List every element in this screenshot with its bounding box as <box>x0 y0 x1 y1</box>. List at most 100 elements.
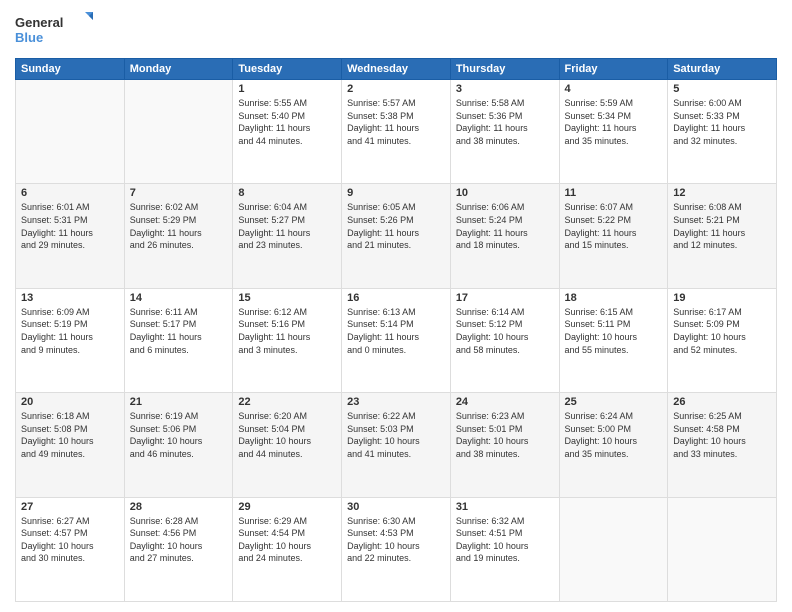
calendar-cell: 3 Sunrise: 5:58 AM Sunset: 5:36 PM Daylig… <box>450 80 559 184</box>
calendar-cell: 27Sunrise: 6:27 AM Sunset: 4:57 PM Dayli… <box>16 497 125 601</box>
day-number: 25 <box>565 396 663 408</box>
calendar-cell: 15 Sunrise: 6:12 AM Sunset: 5:16 PM Dayli… <box>233 288 342 392</box>
calendar-cell: 14 Sunrise: 6:11 AM Sunset: 5:17 PM Dayli… <box>124 288 233 392</box>
day-number: 26 <box>673 396 771 408</box>
calendar-week-row: 6Sunrise: 6:01 AM Sunset: 5:31 PM Daylig… <box>16 184 777 288</box>
calendar-table: SundayMondayTuesdayWednesdayThursdayFrid… <box>15 58 777 602</box>
svg-text:General: General <box>15 15 63 30</box>
calendar-cell <box>559 497 668 601</box>
day-content: Sunrise: 6:04 AM Sunset: 5:27 PM Dayligh… <box>238 201 336 251</box>
calendar-cell: 11 Sunrise: 6:07 AM Sunset: 5:22 PM Dayli… <box>559 184 668 288</box>
calendar-day-header: Tuesday <box>233 59 342 80</box>
calendar-cell: 16 Sunrise: 6:13 AM Sunset: 5:14 PM Dayli… <box>342 288 451 392</box>
calendar-cell: 23 Sunrise: 6:22 AM Sunset: 5:03 PM Dayli… <box>342 393 451 497</box>
calendar-cell: 30 Sunrise: 6:30 AM Sunset: 4:53 PM Dayli… <box>342 497 451 601</box>
calendar-cell: 29Sunrise: 6:29 AM Sunset: 4:54 PM Dayli… <box>233 497 342 601</box>
day-number: 4 <box>565 83 663 95</box>
day-number: 14 <box>130 292 228 304</box>
calendar-cell: 5Sunrise: 6:00 AM Sunset: 5:33 PM Daylig… <box>668 80 777 184</box>
day-content: Sunrise: 6:32 AM Sunset: 4:51 PM Dayligh… <box>456 515 554 565</box>
day-content: Sunrise: 6:22 AM Sunset: 5:03 PM Dayligh… <box>347 410 445 460</box>
day-content: Sunrise: 6:12 AM Sunset: 5:16 PM Dayligh… <box>238 306 336 356</box>
calendar-cell <box>668 497 777 601</box>
calendar-cell: 25 Sunrise: 6:24 AM Sunset: 5:00 PM Dayli… <box>559 393 668 497</box>
calendar-day-header: Saturday <box>668 59 777 80</box>
day-content: Sunrise: 6:19 AM Sunset: 5:06 PM Dayligh… <box>130 410 228 460</box>
calendar-header-row: SundayMondayTuesdayWednesdayThursdayFrid… <box>16 59 777 80</box>
logo: General Blue <box>15 10 95 50</box>
day-number: 2 <box>347 83 445 95</box>
day-number: 19 <box>673 292 771 304</box>
calendar-cell: 24 Sunrise: 6:23 AM Sunset: 5:01 PM Dayli… <box>450 393 559 497</box>
day-number: 16 <box>347 292 445 304</box>
day-content: Sunrise: 6:07 AM Sunset: 5:22 PM Dayligh… <box>565 201 663 251</box>
calendar-day-header: Thursday <box>450 59 559 80</box>
day-content: Sunrise: 6:11 AM Sunset: 5:17 PM Dayligh… <box>130 306 228 356</box>
day-number: 3 <box>456 83 554 95</box>
calendar-cell: 1 Sunrise: 5:55 AM Sunset: 5:40 PM Daylig… <box>233 80 342 184</box>
day-content: Sunrise: 6:30 AM Sunset: 4:53 PM Dayligh… <box>347 515 445 565</box>
calendar-cell: 13Sunrise: 6:09 AM Sunset: 5:19 PM Dayli… <box>16 288 125 392</box>
day-number: 10 <box>456 187 554 199</box>
day-number: 7 <box>130 187 228 199</box>
day-number: 9 <box>347 187 445 199</box>
day-content: Sunrise: 6:28 AM Sunset: 4:56 PM Dayligh… <box>130 515 228 565</box>
day-content: Sunrise: 6:24 AM Sunset: 5:00 PM Dayligh… <box>565 410 663 460</box>
day-content: Sunrise: 5:58 AM Sunset: 5:36 PM Dayligh… <box>456 97 554 147</box>
calendar-cell: 18 Sunrise: 6:15 AM Sunset: 5:11 PM Dayli… <box>559 288 668 392</box>
calendar-cell: 2 Sunrise: 5:57 AM Sunset: 5:38 PM Daylig… <box>342 80 451 184</box>
calendar-cell: 4 Sunrise: 5:59 AM Sunset: 5:34 PM Daylig… <box>559 80 668 184</box>
calendar-cell: 8 Sunrise: 6:04 AM Sunset: 5:27 PM Daylig… <box>233 184 342 288</box>
day-content: Sunrise: 6:17 AM Sunset: 5:09 PM Dayligh… <box>673 306 771 356</box>
day-content: Sunrise: 6:05 AM Sunset: 5:26 PM Dayligh… <box>347 201 445 251</box>
day-number: 21 <box>130 396 228 408</box>
day-number: 18 <box>565 292 663 304</box>
calendar-week-row: 20 Sunrise: 6:18 AM Sunset: 5:08 PM Dayli… <box>16 393 777 497</box>
day-content: Sunrise: 6:27 AM Sunset: 4:57 PM Dayligh… <box>21 515 119 565</box>
calendar-week-row: 13Sunrise: 6:09 AM Sunset: 5:19 PM Dayli… <box>16 288 777 392</box>
day-number: 30 <box>347 501 445 513</box>
calendar-cell: 26 Sunrise: 6:25 AM Sunset: 4:58 PM Dayli… <box>668 393 777 497</box>
day-content: Sunrise: 6:25 AM Sunset: 4:58 PM Dayligh… <box>673 410 771 460</box>
day-content: Sunrise: 5:59 AM Sunset: 5:34 PM Dayligh… <box>565 97 663 147</box>
calendar-day-header: Friday <box>559 59 668 80</box>
calendar-week-row: 27Sunrise: 6:27 AM Sunset: 4:57 PM Dayli… <box>16 497 777 601</box>
day-number: 13 <box>21 292 119 304</box>
day-number: 6 <box>21 187 119 199</box>
day-number: 22 <box>238 396 336 408</box>
svg-text:Blue: Blue <box>15 30 43 45</box>
day-content: Sunrise: 6:00 AM Sunset: 5:33 PM Dayligh… <box>673 97 771 147</box>
day-content: Sunrise: 5:57 AM Sunset: 5:38 PM Dayligh… <box>347 97 445 147</box>
day-number: 20 <box>21 396 119 408</box>
calendar-cell: 9 Sunrise: 6:05 AM Sunset: 5:26 PM Daylig… <box>342 184 451 288</box>
day-content: Sunrise: 6:23 AM Sunset: 5:01 PM Dayligh… <box>456 410 554 460</box>
logo-svg: General Blue <box>15 10 95 50</box>
calendar-cell: 21 Sunrise: 6:19 AM Sunset: 5:06 PM Dayli… <box>124 393 233 497</box>
calendar-cell: 12 Sunrise: 6:08 AM Sunset: 5:21 PM Dayli… <box>668 184 777 288</box>
day-number: 11 <box>565 187 663 199</box>
day-content: Sunrise: 6:29 AM Sunset: 4:54 PM Dayligh… <box>238 515 336 565</box>
header: General Blue <box>15 10 777 50</box>
day-number: 15 <box>238 292 336 304</box>
day-number: 8 <box>238 187 336 199</box>
day-number: 1 <box>238 83 336 95</box>
day-content: Sunrise: 6:02 AM Sunset: 5:29 PM Dayligh… <box>130 201 228 251</box>
day-number: 24 <box>456 396 554 408</box>
calendar-cell: 17Sunrise: 6:14 AM Sunset: 5:12 PM Dayli… <box>450 288 559 392</box>
calendar-cell: 22Sunrise: 6:20 AM Sunset: 5:04 PM Dayli… <box>233 393 342 497</box>
calendar-cell: 28Sunrise: 6:28 AM Sunset: 4:56 PM Dayli… <box>124 497 233 601</box>
day-content: Sunrise: 5:55 AM Sunset: 5:40 PM Dayligh… <box>238 97 336 147</box>
day-number: 31 <box>456 501 554 513</box>
calendar-cell <box>124 80 233 184</box>
day-number: 12 <box>673 187 771 199</box>
calendar-cell <box>16 80 125 184</box>
calendar-cell: 7 Sunrise: 6:02 AM Sunset: 5:29 PM Daylig… <box>124 184 233 288</box>
day-number: 23 <box>347 396 445 408</box>
calendar-week-row: 1 Sunrise: 5:55 AM Sunset: 5:40 PM Daylig… <box>16 80 777 184</box>
day-content: Sunrise: 6:18 AM Sunset: 5:08 PM Dayligh… <box>21 410 119 460</box>
calendar-cell: 19 Sunrise: 6:17 AM Sunset: 5:09 PM Dayli… <box>668 288 777 392</box>
day-content: Sunrise: 6:13 AM Sunset: 5:14 PM Dayligh… <box>347 306 445 356</box>
calendar-day-header: Monday <box>124 59 233 80</box>
day-content: Sunrise: 6:08 AM Sunset: 5:21 PM Dayligh… <box>673 201 771 251</box>
day-content: Sunrise: 6:15 AM Sunset: 5:11 PM Dayligh… <box>565 306 663 356</box>
